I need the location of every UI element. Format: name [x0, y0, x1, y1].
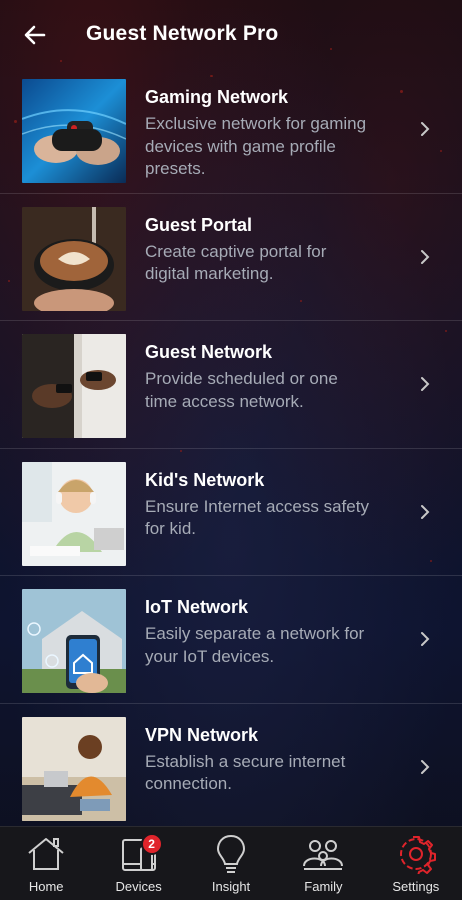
latte-art-photo: [22, 206, 126, 311]
nav-insight[interactable]: Insight: [185, 827, 277, 900]
chevron-right-icon: [421, 377, 430, 391]
home-icon: [28, 838, 64, 870]
list-item-gaming-network[interactable]: Gaming Network Exclusive network for gam…: [0, 66, 462, 194]
nav-home[interactable]: Home: [0, 827, 92, 900]
chevron-right-icon: [421, 759, 430, 774]
nav-settings[interactable]: Settings: [370, 827, 462, 900]
item-description: Ensure Internet access safety for kid.: [145, 496, 369, 539]
nav-family[interactable]: Family: [277, 827, 369, 900]
smart-home-phone-photo: [22, 589, 126, 693]
page-title: Guest Network Pro: [86, 22, 279, 45]
devices-count-badge: 2: [140, 833, 163, 855]
top-bar: Guest Network Pro: [0, 0, 462, 70]
item-title: Guest Network: [145, 342, 273, 362]
item-title: Kid's Network: [145, 469, 265, 490]
people-with-phones-photo: [22, 334, 126, 438]
item-description: Easily separate a network for your IoT d…: [145, 624, 365, 666]
family-icon: [303, 840, 344, 870]
chevron-right-icon: [421, 249, 430, 264]
chevron-right-icon: [421, 122, 430, 136]
item-description: Provide scheduled or one time access net…: [145, 369, 338, 411]
item-title: Gaming Network: [145, 87, 289, 107]
nav-devices[interactable]: 2 Devices: [92, 827, 184, 900]
list-item-vpn-network[interactable]: VPN Network Establish a secure internet …: [0, 704, 462, 832]
bottom-navigation: Home 2 Devices Insight Family Settings: [0, 826, 462, 900]
chevron-right-icon: [421, 632, 430, 646]
nav-label: Devices: [115, 879, 162, 894]
arrow-left-icon: [24, 25, 46, 45]
nav-label: Family: [304, 879, 343, 894]
chevron-right-icon: [421, 504, 430, 519]
network-type-list: Gaming Network Exclusive network for gam…: [0, 66, 462, 831]
child-with-headphones-photo: [22, 461, 126, 566]
lightbulb-icon: [217, 834, 246, 873]
item-description: Create captive portal for digital market…: [145, 241, 327, 284]
item-title: IoT Network: [145, 597, 249, 617]
item-title: VPN Network: [145, 724, 259, 745]
back-button[interactable]: [18, 18, 52, 52]
woman-with-laptop-photo: [22, 716, 126, 821]
list-item-guest-portal[interactable]: Guest Portal Create captive portal for d…: [0, 194, 462, 321]
nav-label: Settings: [392, 879, 440, 894]
nav-label: Insight: [211, 879, 251, 894]
gear-icon: [399, 836, 436, 874]
list-item-kids-network[interactable]: Kid's Network Ensure Internet access saf…: [0, 449, 462, 576]
item-description: Exclusive network for gaming devices wit…: [145, 114, 367, 178]
list-item-iot-network[interactable]: IoT Network Easily separate a network fo…: [0, 576, 462, 704]
item-description: Establish a secure internet connection.: [145, 751, 346, 794]
gaming-controller-photo: [22, 79, 126, 183]
item-title: Guest Portal: [145, 214, 253, 235]
nav-label: Home: [28, 879, 64, 894]
list-item-guest-network[interactable]: Guest Network Provide scheduled or one t…: [0, 321, 462, 449]
